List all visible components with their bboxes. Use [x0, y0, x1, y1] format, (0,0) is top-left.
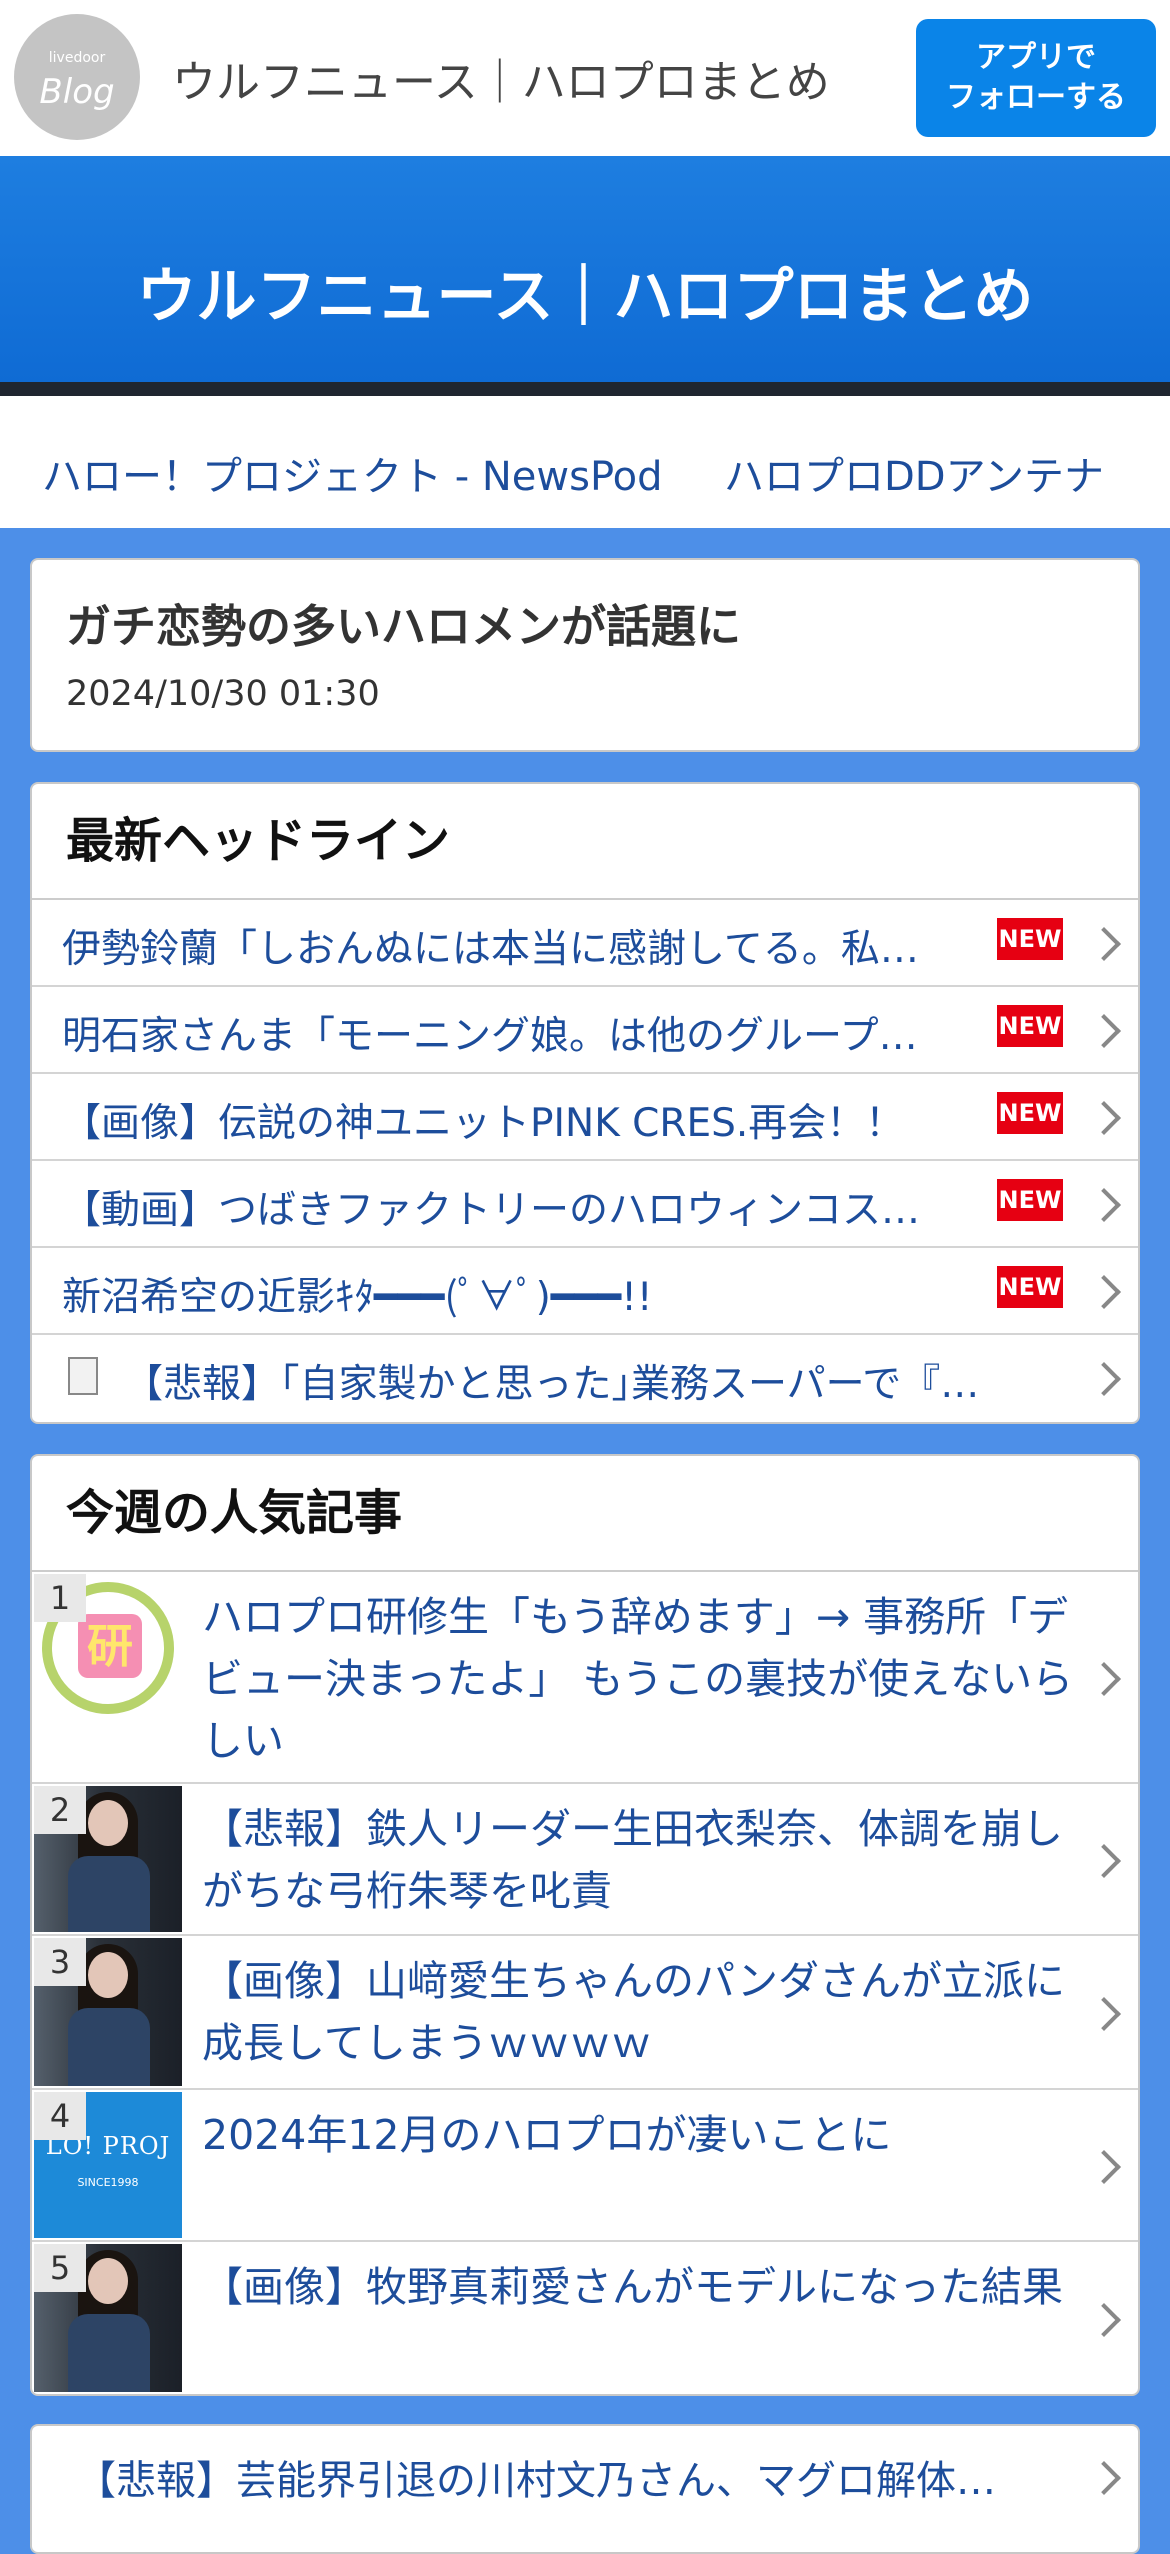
ranking-thumbnail: 5 [34, 2244, 182, 2392]
headline-item[interactable]: 伊勢鈴蘭「しおんぬには本当に感謝してる。私… NEW [32, 900, 1138, 987]
ranking-title: 【悲報】鉄人リーダー生田衣梨奈、体調を崩しがちな弓桁朱琴を叱責 [202, 1805, 1063, 1915]
follow-app-button[interactable]: アプリで フォローする [916, 19, 1156, 137]
chevron-right-icon [1087, 1014, 1121, 1048]
headline-text: 新沼希空の近影ｷﾀ━━━(ﾟ∀ﾟ)━━━!! [62, 1275, 653, 1320]
chevron-right-icon [1087, 1662, 1121, 1696]
new-badge: NEW [997, 1005, 1063, 1047]
article-header-card: ガチ恋勢の多いハロメンが話題に 2024/10/30 01:30 [30, 558, 1140, 752]
headline-text: 【悲報】｢自家製かと思った｣業務スーパーで『… [124, 1362, 980, 1407]
chevron-right-icon [1087, 1101, 1121, 1135]
ranking-item[interactable]: 5 【画像】牧野真莉愛さんがモデルになった結果 [32, 2242, 1138, 2394]
ranking-title: 【画像】山﨑愛生ちゃんのパンダさんが立派に成長してしまうｗｗｗｗ [202, 1957, 1066, 2067]
article-date: 2024/10/30 01:30 [66, 674, 380, 714]
ranking-item[interactable]: 2 【悲報】鉄人リーダー生田衣梨奈、体調を崩しがちな弓桁朱琴を叱責 [32, 1784, 1138, 1936]
headline-text: 明石家さんま「モーニング娘。は他のグループ… [62, 1014, 918, 1059]
chevron-right-icon [1087, 1362, 1121, 1396]
ranking-title: ハロプロ研修生「もう辞めます」→ 事務所「デビュー決まったよ」 もうこの裏技が使… [202, 1593, 1074, 1765]
headline-item[interactable]: 【画像】伝説の神ユニットPINK CRES.再会！！ NEW [32, 1074, 1138, 1161]
ranking-title: 【画像】牧野真莉愛さんがモデルになった結果 [202, 2263, 1063, 2311]
chevron-right-icon [1087, 1844, 1121, 1878]
chevron-right-icon [1087, 2150, 1121, 2184]
headline-item[interactable]: 明石家さんま「モーニング娘。は他のグループ… NEW [32, 987, 1138, 1074]
chevron-right-icon [1087, 2461, 1121, 2495]
rank-number: 1 [34, 1574, 86, 1622]
banner-title: ウルフニュース｜ハロプロまとめ [136, 262, 1034, 332]
ranking-item[interactable]: 3 【画像】山﨑愛生ちゃんのパンダさんが立派に成長してしまうｗｗｗｗ [32, 1936, 1138, 2090]
article-link-text: 【悲報】芸能界引退の川村文乃さん、マグロ解体… [76, 2458, 996, 2504]
rank-number: 4 [34, 2092, 86, 2140]
popular-section-title: 今週の人気記事 [32, 1456, 1138, 1572]
chevron-right-icon [1087, 2303, 1121, 2337]
article-title: ガチ恋勢の多いハロメンが話題に [66, 600, 742, 653]
rank-number: 5 [34, 2244, 86, 2292]
new-badge: NEW [997, 1179, 1063, 1221]
chevron-right-icon [1087, 1275, 1121, 1309]
livedoor-blog-logo[interactable]: livedoor Blog [14, 14, 140, 140]
headline-text: 【画像】伝説の神ユニットPINK CRES.再会！！ [62, 1101, 905, 1146]
popular-articles-card: 今週の人気記事 1 研 ハロプロ研修生「もう辞めます」→ 事務所「デビュー決まっ… [30, 1454, 1140, 2396]
headline-item[interactable]: 【動画】つばきファクトリーのハロウィンコス… NEW [32, 1161, 1138, 1248]
top-bar: livedoor Blog ウルフニュース｜ハロプロまとめ アプリで フォローす… [0, 0, 1170, 156]
blog-banner[interactable]: ウルフニュース｜ハロプロまとめ [0, 156, 1170, 396]
chevron-right-icon [1087, 1188, 1121, 1222]
logo-subtext: SINCE1998 [77, 2176, 139, 2189]
logo-small-text: livedoor [48, 50, 106, 66]
ranking-thumbnail: 3 [34, 1938, 182, 2086]
headline-text: 【動画】つばきファクトリーのハロウィンコス… [62, 1188, 921, 1233]
logo-big-text: Blog [39, 72, 115, 112]
new-badge: NEW [997, 1266, 1063, 1308]
site-title[interactable]: ウルフニュース｜ハロプロまとめ [172, 46, 830, 110]
article-link-item[interactable]: 【悲報】芸能界引退の川村文乃さん、マグロ解体… [30, 2424, 1140, 2554]
ranking-item[interactable]: 1 研 ハロプロ研修生「もう辞めます」→ 事務所「デビュー決まったよ」 もうこの… [32, 1572, 1138, 1784]
ranking-title: 2024年12月のハロプロが凄いことに [202, 2111, 892, 2159]
latest-headlines-card: 最新ヘッドライン 伊勢鈴蘭「しおんぬには本当に感謝してる。私… NEW 明石家さ… [30, 782, 1140, 1424]
new-badge: NEW [997, 918, 1063, 960]
headline-item[interactable]: 新沼希空の近影ｷﾀ━━━(ﾟ∀ﾟ)━━━!! NEW [32, 1248, 1138, 1335]
rank-number: 3 [34, 1938, 86, 1986]
antenna-links: ハロー！プロジェクト - NewsPod ハロプロDDアンテナ [0, 396, 1170, 528]
rank-number: 2 [34, 1786, 86, 1834]
chevron-right-icon [1087, 927, 1121, 961]
ranking-item[interactable]: 4 LO! PROJ SINCE1998 2024年12月のハロプロが凄いことに [32, 2090, 1138, 2242]
headlines-section-title: 最新ヘッドライン [32, 784, 1138, 900]
kenshusei-logo: 研 [78, 1614, 142, 1678]
chevron-right-icon [1087, 1997, 1121, 2031]
headline-text: 伊勢鈴蘭「しおんぬには本当に感謝してる。私… [62, 927, 919, 972]
ranking-thumbnail: 1 研 [34, 1574, 182, 1780]
document-icon [68, 1357, 98, 1395]
new-badge: NEW [997, 1092, 1063, 1134]
antenna-link-newspod[interactable]: ハロー！プロジェクト - NewsPod [42, 444, 663, 502]
antenna-link-dd[interactable]: ハロプロDDアンテナ [724, 444, 1104, 502]
ranking-thumbnail: 2 [34, 1786, 182, 1932]
headline-item[interactable]: 【悲報】｢自家製かと思った｣業務スーパーで『… [32, 1335, 1138, 1422]
ranking-thumbnail: 4 LO! PROJ SINCE1998 [34, 2092, 182, 2238]
